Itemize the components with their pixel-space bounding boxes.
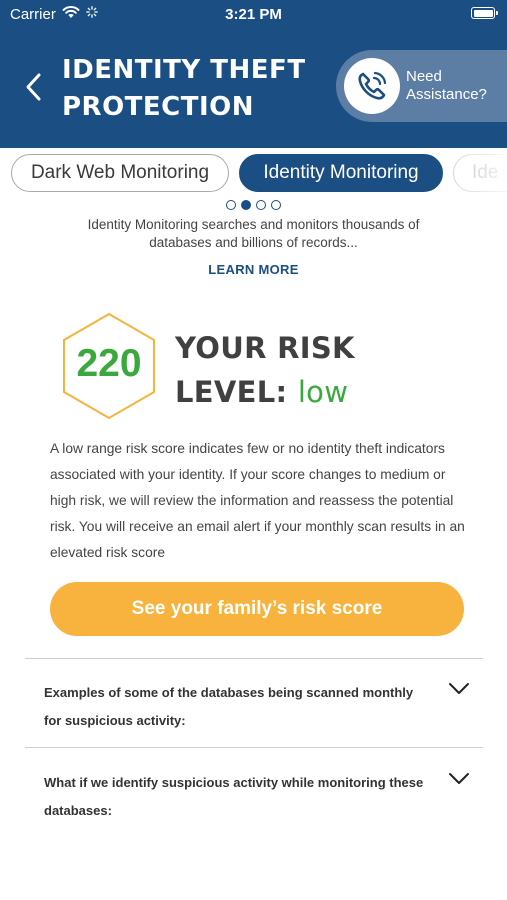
intro-text: Identity Monitoring searches and monitor…: [87, 217, 420, 250]
monitoring-tabs: Dark Web Monitoring Identity Monitoring …: [0, 152, 507, 196]
risk-heading: YOUR RISK LEVEL: low: [175, 326, 355, 414]
risk-level-value: low: [297, 375, 349, 409]
status-bar: Carrier 3:21 PM: [0, 0, 507, 30]
risk-heading-line-1: YOUR RISK: [175, 331, 355, 365]
clock-time: 3:21 PM: [225, 6, 282, 23]
risk-heading-line-2: LEVEL: low: [175, 370, 355, 414]
risk-level-prefix: LEVEL:: [175, 375, 298, 409]
header-bar: Carrier 3:21 PM IDENTITY THEFT PROTECTIO…: [0, 0, 507, 148]
divider: [25, 747, 483, 748]
family-risk-score-button[interactable]: See your family’s risk score: [50, 582, 464, 636]
assistance-line-2: Assistance?: [406, 86, 487, 103]
tab-dark-web-monitoring[interactable]: Dark Web Monitoring: [11, 154, 229, 192]
need-assistance-label: Need Assistance?: [406, 68, 487, 104]
divider: [25, 658, 483, 659]
page-title: IDENTITY THEFT PROTECTION: [62, 55, 306, 122]
battery-icon: [471, 7, 498, 19]
page-dot-2[interactable]: [241, 200, 251, 210]
faq-question-databases[interactable]: Examples of some of the databases being …: [44, 679, 424, 735]
tab-identity-monitoring[interactable]: Identity Monitoring: [239, 154, 443, 192]
risk-description: A low range risk score indicates few or …: [50, 441, 465, 560]
assistance-line-1: Need: [406, 68, 442, 85]
page-indicator: [226, 199, 286, 211]
page-dot-1[interactable]: [226, 200, 236, 210]
chevron-down-icon[interactable]: [448, 682, 470, 696]
chevron-down-icon[interactable]: [448, 772, 470, 786]
phone-call-icon: [358, 71, 387, 100]
page-dot-3[interactable]: [256, 200, 266, 210]
page-dot-4[interactable]: [271, 200, 281, 210]
risk-score-value: 220: [76, 342, 142, 385]
back-chevron-icon[interactable]: [22, 70, 46, 104]
learn-more-link[interactable]: LEARN MORE: [0, 262, 507, 277]
phone-call-badge: [344, 58, 400, 114]
faq-question-suspicious-activity[interactable]: What if we identify suspicious activity …: [44, 769, 424, 825]
tab-next-partial[interactable]: Ide: [453, 154, 507, 192]
need-assistance-button[interactable]: Need Assistance?: [336, 50, 507, 122]
